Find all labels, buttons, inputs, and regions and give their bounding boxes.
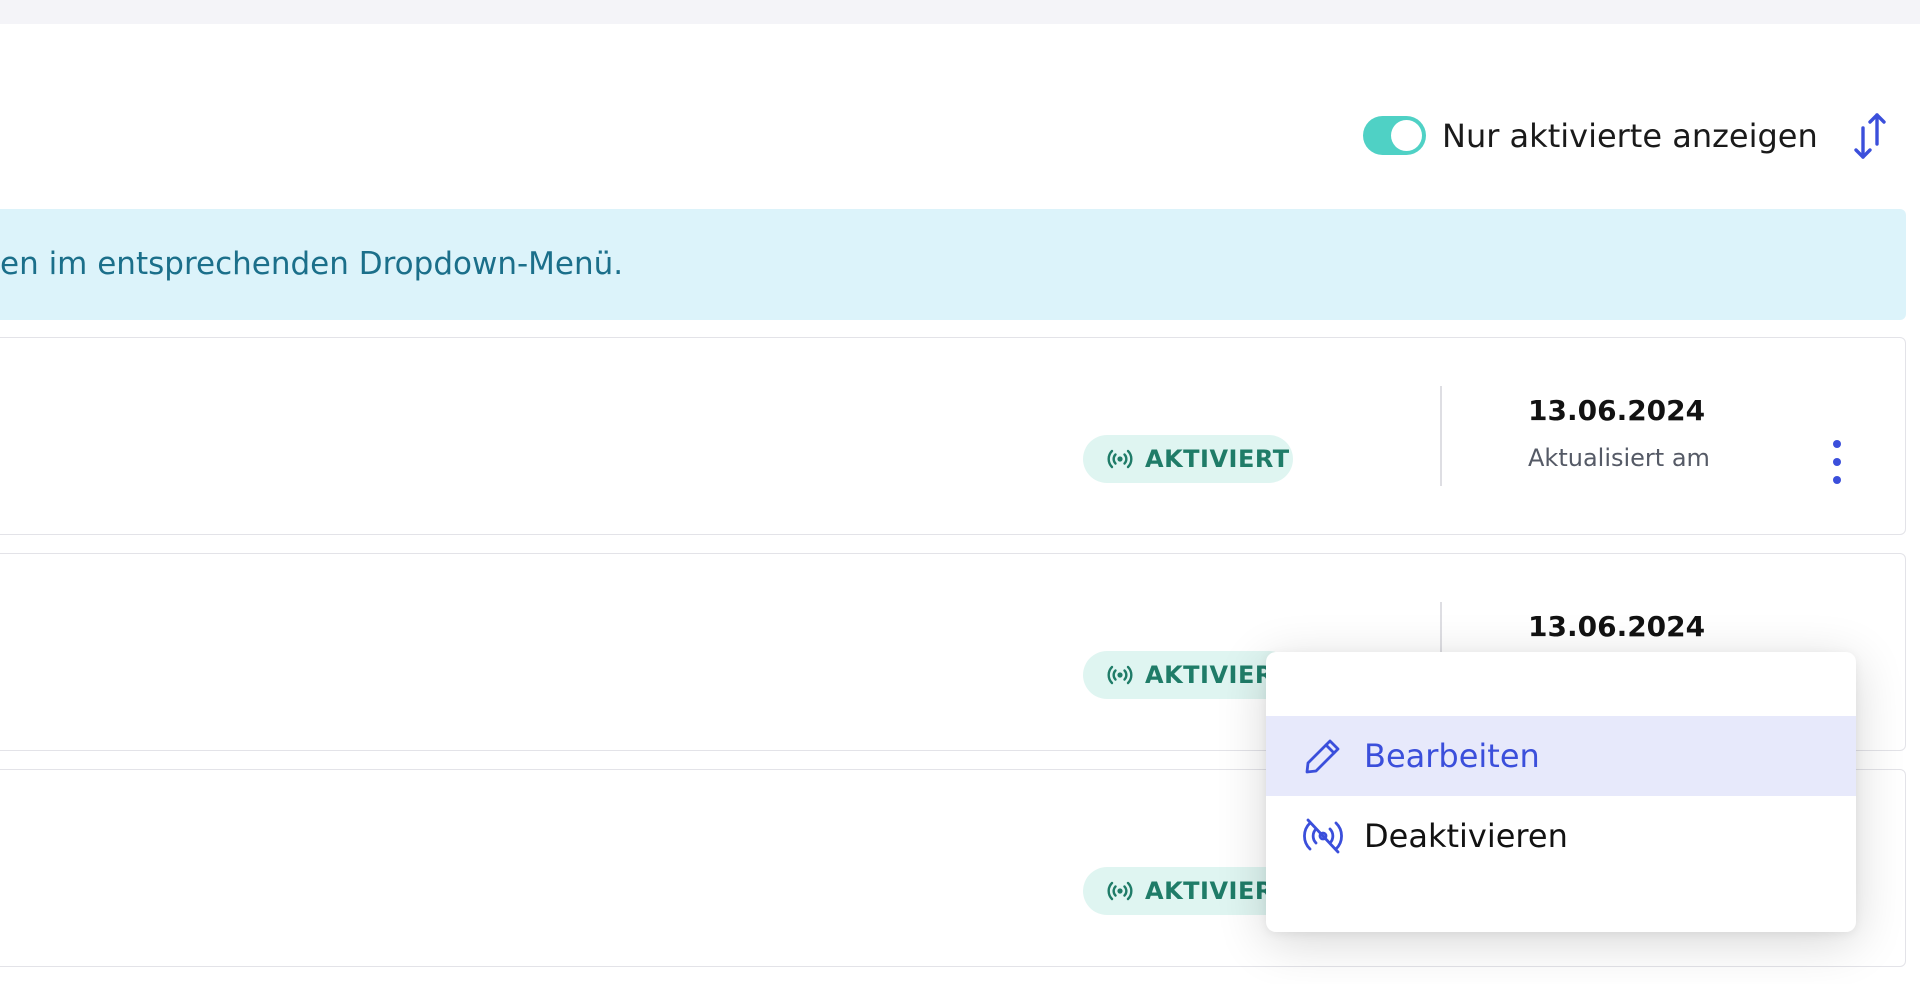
- menu-item-deactivate[interactable]: Deaktivieren: [1266, 796, 1856, 876]
- row-actions-button[interactable]: [1827, 440, 1847, 484]
- row-actions-menu: Bearbeiten Deaktivieren: [1266, 652, 1856, 932]
- broadcast-icon: [1107, 449, 1133, 469]
- menu-item-label: Bearbeiten: [1364, 737, 1540, 775]
- info-banner-text: en im entsprechenden Dropdown-Menü.: [0, 246, 624, 282]
- info-banner: en im entsprechenden Dropdown-Menü.: [0, 209, 1906, 320]
- status-badge: AKTIVIERT: [1083, 435, 1293, 483]
- updated-date: 13.06.2024: [1528, 394, 1706, 427]
- list-row-1: AKTIVIERT 13.06.2024 Aktualisiert am: [0, 337, 1906, 535]
- only-activated-toggle[interactable]: [1363, 116, 1426, 155]
- kebab-dot: [1833, 458, 1841, 466]
- broadcast-off-icon: [1303, 818, 1343, 854]
- sort-arrows-icon: [1854, 113, 1886, 159]
- menu-item-edit[interactable]: Bearbeiten: [1266, 716, 1856, 796]
- main-content: Nur aktivierte anzeigen en im entspreche…: [0, 24, 1920, 984]
- status-badge: AKTIVIERT: [1083, 867, 1293, 915]
- sort-button[interactable]: [1850, 110, 1890, 162]
- toggle-knob: [1391, 120, 1422, 151]
- status-badge-label: AKTIVIERT: [1145, 445, 1290, 473]
- broadcast-icon: [1107, 881, 1133, 901]
- toggle-label: Nur aktivierte anzeigen: [1442, 117, 1818, 155]
- menu-item-label: Deaktivieren: [1364, 817, 1568, 855]
- kebab-dot: [1833, 440, 1841, 448]
- updated-caption: Aktualisiert am: [1528, 444, 1710, 472]
- row-divider: [1440, 386, 1442, 486]
- broadcast-icon: [1107, 665, 1133, 685]
- pencil-icon: [1305, 739, 1340, 774]
- kebab-dot: [1833, 476, 1841, 484]
- updated-date: 13.06.2024: [1528, 610, 1706, 643]
- status-badge: AKTIVIERT: [1083, 651, 1293, 699]
